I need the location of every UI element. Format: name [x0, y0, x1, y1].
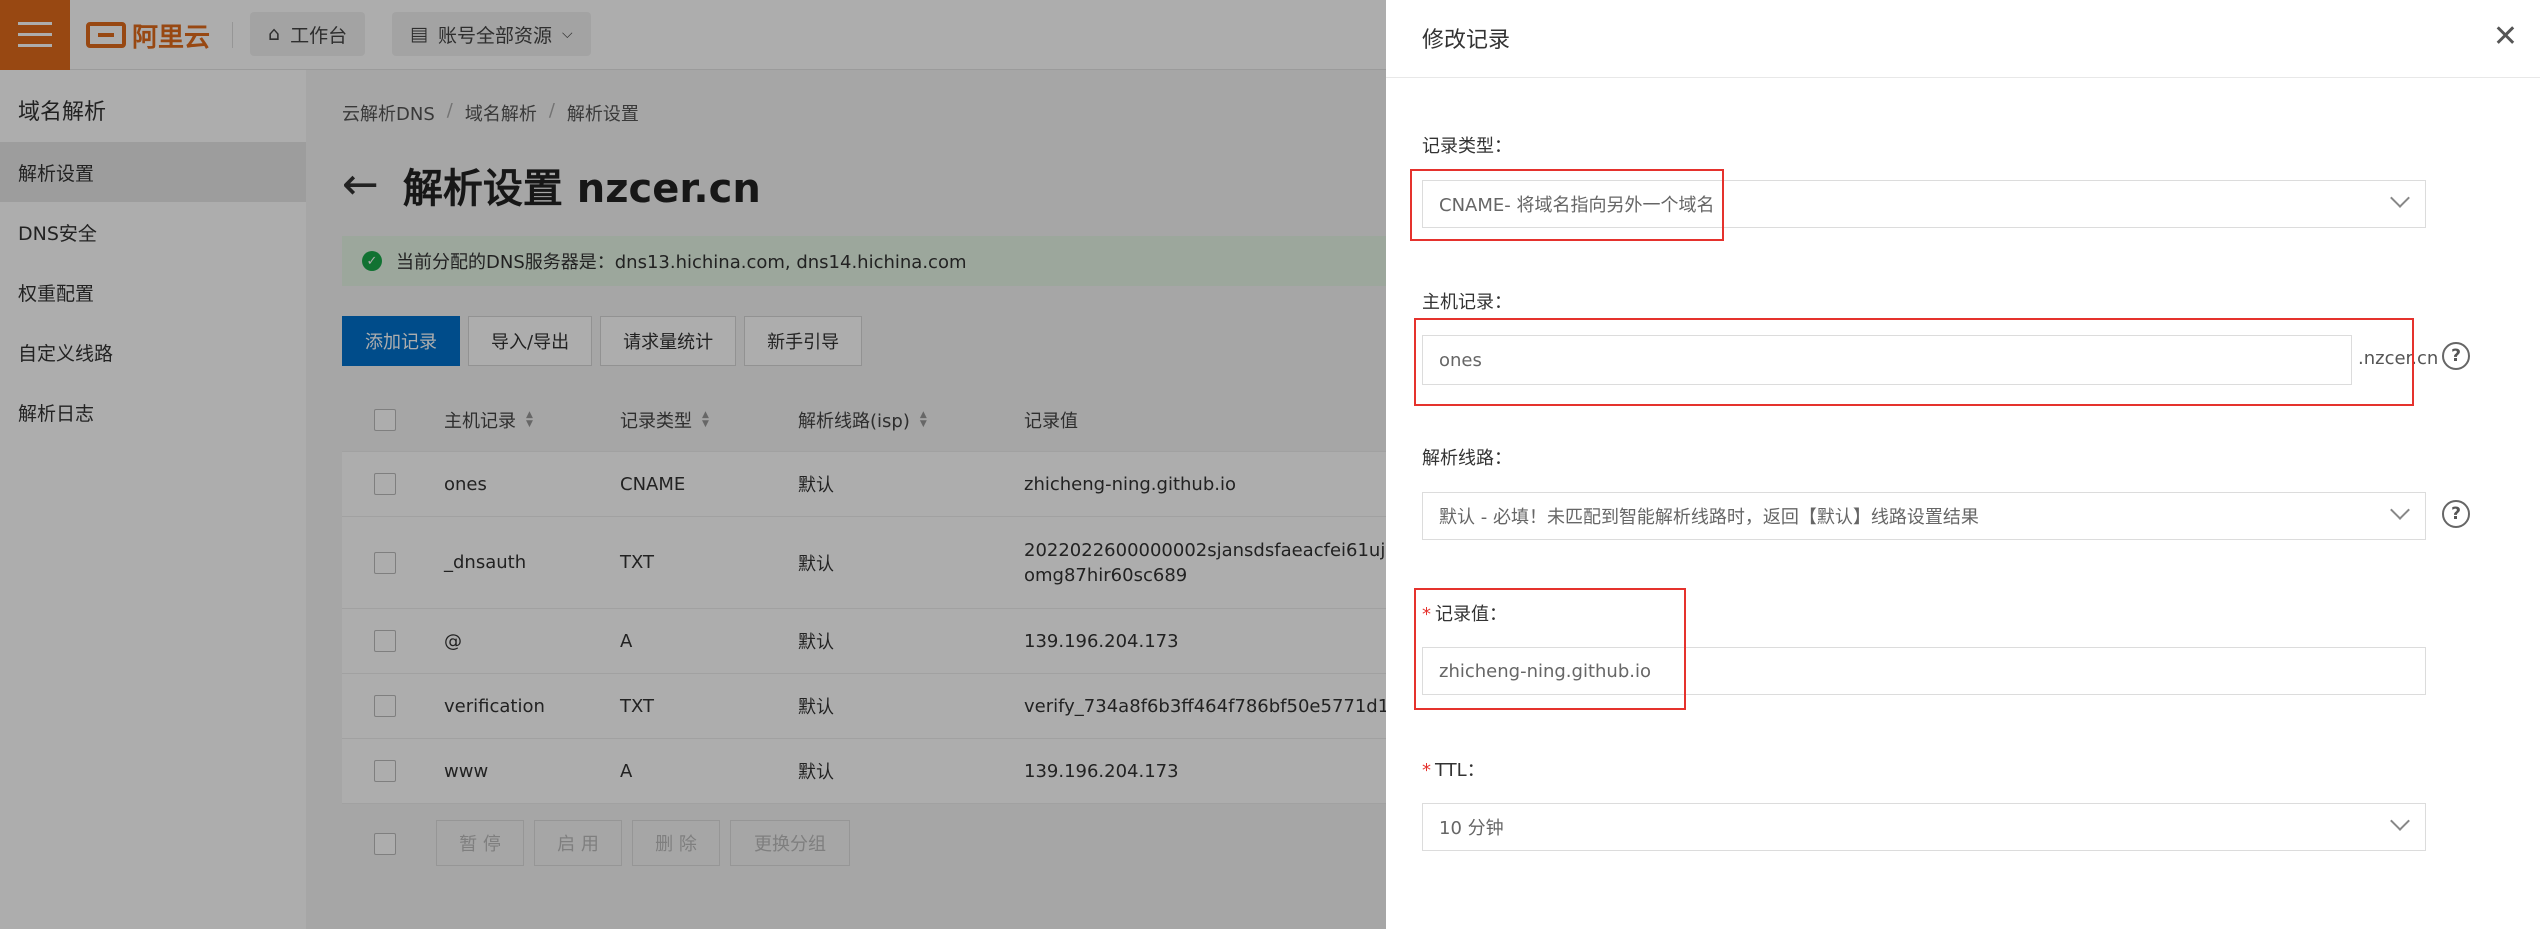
highlight-box — [1410, 169, 1724, 241]
drawer-header: 修改记录 ✕ — [1386, 0, 2540, 78]
required-mark: * — [1422, 760, 1431, 781]
record-type-label: 记录类型： — [1422, 136, 1512, 157]
resolve-line-label: 解析线路： — [1422, 448, 1512, 469]
ttl-label-text: TTL： — [1435, 760, 1485, 781]
help-icon[interactable]: ? — [2442, 500, 2470, 528]
edit-record-drawer: 修改记录 ✕ 记录类型： CNAME- 将域名指向另外一个域名 主机记录： on… — [1386, 0, 2540, 929]
drawer-title: 修改记录 — [1422, 28, 1511, 53]
highlight-box — [1414, 318, 2414, 406]
resolve-line-value: 默认 - 必填！未匹配到智能解析线路时，返回【默认】线路设置结果 — [1439, 507, 1979, 528]
host-record-label: 主机记录： — [1422, 292, 1512, 313]
ttl-value: 10 分钟 — [1439, 818, 1504, 839]
overlay-mask[interactable] — [0, 0, 1386, 929]
resolve-line-select[interactable]: 默认 - 必填！未匹配到智能解析线路时，返回【默认】线路设置结果 — [1422, 492, 2426, 540]
ttl-label: * TTL： — [1422, 756, 1485, 782]
chevron-down-icon — [2390, 811, 2410, 831]
ttl-select[interactable]: 10 分钟 — [1422, 803, 2426, 851]
highlight-box — [1414, 588, 1686, 710]
close-icon[interactable]: ✕ — [2493, 22, 2518, 52]
help-icon[interactable]: ? — [2442, 342, 2470, 370]
chevron-down-icon — [2390, 500, 2410, 520]
chevron-down-icon — [2390, 188, 2410, 208]
